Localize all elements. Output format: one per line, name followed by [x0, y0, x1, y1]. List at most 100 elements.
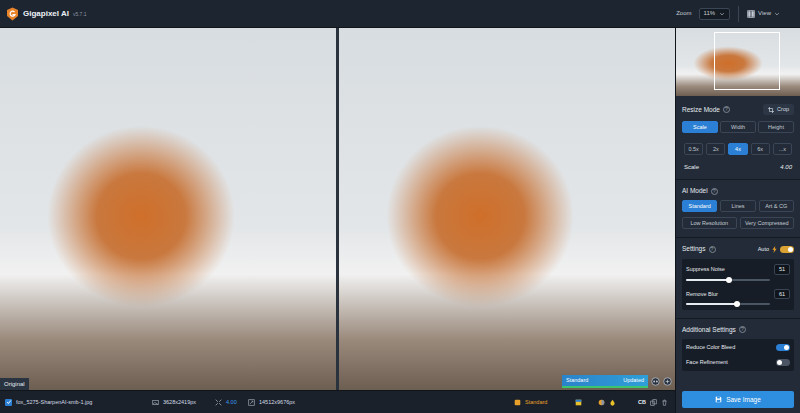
toggle-switch[interactable] [776, 359, 790, 366]
slider-track[interactable] [686, 303, 770, 305]
caret-icon [719, 11, 725, 17]
ai-model-button[interactable]: Art & CG [759, 200, 794, 212]
resize-mode-tab[interactable]: Scale [682, 121, 718, 133]
scale-button[interactable]: 6x [751, 143, 770, 155]
original-label: Original [0, 378, 29, 390]
settings-preview-icon[interactable] [663, 377, 672, 386]
help-icon[interactable]: ? [709, 246, 716, 253]
app-name: Gigapixel AI [23, 8, 69, 20]
trash-icon[interactable] [661, 399, 668, 406]
save-button[interactable]: Save Image [682, 391, 794, 408]
help-icon[interactable]: ? [711, 188, 718, 195]
image-checkbox[interactable] [5, 399, 12, 406]
original-preview[interactable]: Original [0, 28, 336, 390]
toggle-switch[interactable] [780, 246, 794, 253]
status-bar: fox_5275-SharpenAI-smb-1.jpg 3628x2419px 4… [0, 390, 675, 413]
save-icon [715, 396, 722, 403]
section-title: Resize Mode [682, 106, 720, 114]
output-size: 14512x9676px [259, 398, 295, 406]
toggle-label: Face Refinement [686, 358, 728, 366]
slider-thumb[interactable] [726, 277, 732, 283]
save-label: Save Image [726, 395, 761, 405]
view-button[interactable]: View [747, 9, 780, 18]
settings-sliders: Suppress Noise 51 Remove Blur 61 [682, 259, 794, 310]
image-size-icon [152, 399, 159, 406]
scale-value: 4.00 [226, 398, 244, 406]
additional-settings-section: Additional Settings? Reduce Color Bleed Fa… [676, 319, 800, 377]
output-size-icon [248, 399, 255, 406]
check-icon [6, 399, 12, 405]
scale-value[interactable]: 4.00 [780, 163, 792, 172]
toggle-row: Reduce Color Bleed [686, 342, 790, 353]
split-view-icon [747, 10, 755, 18]
compare-icon[interactable] [651, 377, 660, 386]
slider-fill [686, 279, 729, 281]
blur-icon[interactable] [598, 399, 605, 406]
input-size: 3628x2419px [163, 398, 211, 406]
slider-thumb[interactable] [734, 301, 740, 307]
model-name: Standard [525, 398, 571, 406]
scale-button[interactable]: 0.5x [684, 143, 703, 155]
resize-mode-section: Resize Mode? Crop ScaleWidthHeight 0.5x2x4x… [676, 96, 800, 180]
model-label: Standard [566, 376, 588, 384]
crop-button[interactable]: Crop [763, 104, 794, 115]
scale-button[interactable]: 4x [728, 143, 747, 155]
slider-label: Suppress Noise [686, 265, 725, 273]
model-status-badge: Standard Updated [562, 375, 648, 388]
view-label: View [758, 9, 771, 18]
ai-model-button[interactable]: Very Compressed [740, 217, 795, 229]
toggle-label: Reduce Color Bleed [686, 343, 735, 351]
toggle-row: Face Refinement [686, 357, 790, 368]
crop-icon [768, 107, 774, 113]
caret-icon [774, 11, 780, 17]
scale-icon [215, 399, 222, 406]
noise-icon[interactable] [575, 399, 582, 406]
section-title: Additional Settings [682, 326, 736, 334]
ai-model-button[interactable]: Standard [682, 200, 717, 212]
app-version: v5.7.1 [73, 11, 87, 19]
slider-track[interactable] [686, 279, 770, 281]
resize-mode-tab[interactable]: Height [758, 121, 794, 133]
section-title: AI Model [682, 187, 708, 195]
crop-label: Crop [777, 105, 789, 113]
title-bar: Gigapixel AI v5.7.1 Zoom 11% View [0, 0, 800, 28]
face-icon[interactable] [609, 399, 616, 406]
color-bleed-indicator: CB [638, 398, 646, 406]
lightning-icon [772, 246, 777, 253]
resize-mode-tab[interactable]: Width [720, 121, 756, 133]
slider-value[interactable]: 51 [774, 264, 790, 274]
settings-section: Settings? Auto Suppress Noise 51 Remove Blur… [676, 238, 800, 319]
scale-button[interactable]: ...x [773, 143, 792, 155]
preview-area: Original Standard Updated fox_5275-SharpenA… [0, 28, 675, 413]
slider-row: Remove Blur 61 [686, 289, 790, 305]
scale-button[interactable]: 2x [706, 143, 725, 155]
slider-fill [686, 303, 737, 305]
section-title: Settings [682, 245, 706, 253]
toggle-switch[interactable] [776, 344, 790, 351]
pane-label: Original [4, 380, 25, 389]
status-label: Updated [623, 376, 644, 384]
ai-model-section: AI Model? StandardLines Art & CG Low Resolu… [676, 180, 800, 238]
toggle-knob [777, 360, 782, 365]
enhanced-preview[interactable]: Standard Updated [339, 28, 675, 390]
zoom-label: Zoom [676, 9, 691, 18]
ai-model-button[interactable]: Lines [720, 200, 755, 212]
navigator-thumbnail[interactable] [676, 28, 800, 96]
viewport-frame[interactable] [714, 32, 780, 90]
slider-row: Suppress Noise 51 [686, 264, 790, 280]
toggle-knob [788, 247, 793, 252]
zoom-select[interactable]: 11% [699, 8, 731, 20]
slider-label: Remove Blur [686, 290, 718, 298]
sidebar: Resize Mode? Crop ScaleWidthHeight 0.5x2x4x… [675, 28, 800, 413]
help-icon[interactable]: ? [723, 106, 730, 113]
auto-label: Auto [758, 245, 769, 253]
slider-value[interactable]: 61 [774, 289, 790, 299]
copy-icon[interactable] [650, 399, 657, 406]
toggle-knob [784, 345, 789, 350]
help-icon[interactable]: ? [739, 326, 746, 333]
file-name: fox_5275-SharpenAI-smb-1.jpg [16, 398, 148, 406]
ai-model-button[interactable]: Low Resolution [682, 217, 737, 229]
zoom-value: 11% [704, 9, 716, 18]
logo-icon [6, 7, 19, 21]
model-icon [514, 399, 521, 406]
